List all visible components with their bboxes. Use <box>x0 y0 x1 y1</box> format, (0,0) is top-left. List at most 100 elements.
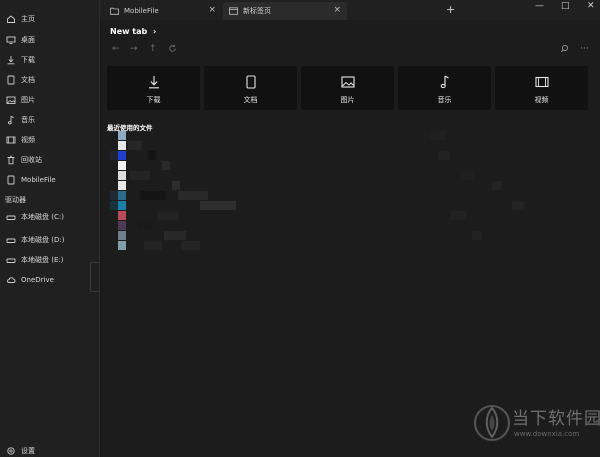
breadcrumb[interactable]: New tab › <box>110 27 156 36</box>
sidebar-item-label: 主页 <box>21 15 35 23</box>
file-name-blur <box>172 181 180 190</box>
sidebar-item-home[interactable]: 主页 <box>0 9 100 29</box>
download-icon <box>147 75 161 89</box>
video-icon <box>534 75 549 89</box>
main-content: New tab › ← → ↑ ··· 下载 文档 图片 音乐 视频 最近使用的… <box>100 20 600 457</box>
gear-icon <box>6 446 16 456</box>
file-name-blur <box>140 191 166 200</box>
drive-icon <box>6 255 16 265</box>
quick-tile-videos[interactable]: 视频 <box>495 66 588 110</box>
file-meta-blur <box>492 181 502 190</box>
file-thumbnail[interactable] <box>118 201 126 210</box>
watermark-logo-icon <box>474 405 510 441</box>
file-name-blur <box>162 161 170 170</box>
add-tab-button[interactable]: + <box>446 3 455 16</box>
sidebar-item-documents[interactable]: 文档 <box>0 70 100 90</box>
file-thumbnail[interactable] <box>118 211 126 220</box>
forward-button[interactable]: → <box>130 44 138 54</box>
settings-button[interactable]: 设置 <box>0 441 100 457</box>
file-thumbnail[interactable] <box>118 131 126 140</box>
file-name-blur <box>148 151 156 160</box>
file-thumbnail[interactable] <box>118 191 126 200</box>
close-icon[interactable]: × <box>333 5 341 15</box>
maximize-button[interactable]: □ <box>561 1 570 11</box>
file-meta-blur <box>512 201 524 210</box>
search-icon <box>560 45 568 53</box>
desktop-icon <box>6 35 16 45</box>
folder-icon <box>229 7 238 15</box>
file-meta-blur <box>438 151 450 160</box>
file-thumbnail[interactable] <box>118 141 126 150</box>
file-name-blur <box>110 201 118 210</box>
refresh-button[interactable] <box>168 44 177 56</box>
quick-tile-documents[interactable]: 文档 <box>204 66 297 110</box>
file-thumbnail[interactable] <box>118 171 126 180</box>
sidebar-item-videos[interactable]: 视频 <box>0 130 100 150</box>
file-meta-blur <box>460 171 474 180</box>
sidebar-item-label: 本地磁盘 (E:) <box>21 256 64 264</box>
quick-tile-label: 下载 <box>146 96 161 104</box>
refresh-icon <box>169 44 176 52</box>
music-icon <box>6 115 16 125</box>
tab-label: 新标签页 <box>243 7 271 15</box>
file-name-blur <box>200 201 236 210</box>
file-name-blur <box>158 211 178 220</box>
home-icon <box>6 14 16 24</box>
sidebar-item-music[interactable]: 音乐 <box>0 110 100 130</box>
file-name-blur <box>110 151 118 160</box>
file-name-blur <box>164 231 186 240</box>
document-icon <box>6 75 16 85</box>
chevron-right-icon: › <box>153 27 157 36</box>
file-name-blur <box>178 191 208 200</box>
quick-tile-music[interactable]: 音乐 <box>398 66 491 110</box>
sidebar-item-desktop[interactable]: 桌面 <box>0 30 100 50</box>
video-icon <box>6 135 16 145</box>
sidebar-item-mobilefile[interactable]: MobileFile <box>0 170 100 190</box>
watermark-url: www.downxia.com <box>514 430 580 438</box>
file-thumbnail[interactable] <box>118 151 126 160</box>
tab-new-tab[interactable]: 新标签页 × <box>223 2 347 20</box>
sidebar-item-drive-e[interactable]: 本地磁盘 (E:) <box>0 250 100 270</box>
close-window-button[interactable]: ✕ <box>587 1 595 11</box>
sidebar-resize-handle[interactable] <box>90 262 99 292</box>
back-button[interactable]: ← <box>112 44 120 54</box>
file-meta-blur <box>472 231 482 240</box>
tab-label: MobileFile <box>124 7 159 15</box>
sidebar-item-drive-c[interactable]: 本地磁盘 (C:) <box>0 207 100 227</box>
folder-icon <box>6 175 16 185</box>
recent-files-heading: 最近使用的文件 <box>107 124 153 132</box>
file-name-blur <box>138 221 152 230</box>
document-icon <box>244 75 258 89</box>
quick-tile-downloads[interactable]: 下载 <box>107 66 200 110</box>
file-thumbnail[interactable] <box>118 161 126 170</box>
sidebar-item-label: 本地磁盘 (C:) <box>21 213 64 221</box>
up-button[interactable]: ↑ <box>149 44 157 54</box>
settings-label: 设置 <box>21 447 35 455</box>
file-thumbnail[interactable] <box>118 221 126 230</box>
sidebar-item-downloads[interactable]: 下载 <box>0 50 100 70</box>
minimize-button[interactable]: — <box>535 1 544 11</box>
music-icon <box>438 75 452 89</box>
sidebar-item-pictures[interactable]: 图片 <box>0 90 100 110</box>
sidebar-item-onedrive[interactable]: OneDrive <box>0 270 100 290</box>
file-name-blur <box>130 171 150 180</box>
close-icon[interactable]: × <box>208 5 216 15</box>
tab-bar: MobileFile × 新标签页 × + — □ ✕ <box>100 0 600 20</box>
sidebar-item-drive-d[interactable]: 本地磁盘 (D:) <box>0 230 100 250</box>
search-button[interactable] <box>560 44 569 56</box>
tab-mobilefile[interactable]: MobileFile × <box>104 2 222 20</box>
file-thumbnail[interactable] <box>118 181 126 190</box>
quick-tile-pictures[interactable]: 图片 <box>301 66 394 110</box>
sidebar-item-recycle-bin[interactable]: 回收站 <box>0 150 100 170</box>
cloud-icon <box>6 275 16 285</box>
quick-tile-label: 视频 <box>534 96 549 104</box>
file-thumbnail[interactable] <box>118 241 126 250</box>
more-options-button[interactable]: ··· <box>580 44 589 54</box>
file-name-blur <box>128 141 142 150</box>
sidebar-item-label: OneDrive <box>21 276 54 284</box>
drive-icon <box>6 235 16 245</box>
file-thumbnail[interactable] <box>118 231 126 240</box>
sidebar-item-label: 回收站 <box>21 156 42 164</box>
sidebar-item-label: 图片 <box>21 96 35 104</box>
image-icon <box>340 75 355 89</box>
